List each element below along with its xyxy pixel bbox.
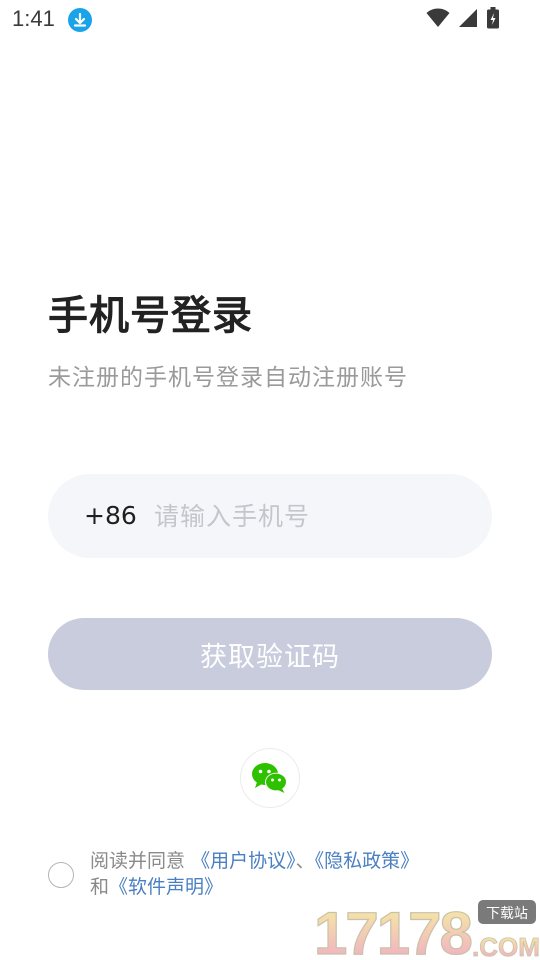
wifi-icon xyxy=(426,8,450,27)
watermark-number: 17178 xyxy=(314,900,471,960)
agreement-prefix: 阅读并同意 xyxy=(90,850,186,872)
download-icon xyxy=(68,8,92,32)
privacy-policy-link[interactable]: 《隐私政策》 xyxy=(315,850,420,872)
user-agreement-link[interactable]: 《用户协议》 xyxy=(191,850,296,872)
watermark-badge: 下载站 xyxy=(486,906,528,922)
get-code-button[interactable]: 获取验证码 xyxy=(48,618,492,690)
status-icons xyxy=(426,6,500,30)
wechat-login-button[interactable] xyxy=(240,748,300,808)
agreement-and: 和 xyxy=(90,876,110,898)
page-subtitle: 未注册的手机号登录自动注册账号 xyxy=(48,365,408,391)
battery-icon xyxy=(487,7,499,29)
country-code-selector[interactable]: +86 xyxy=(84,498,137,534)
agreement-separator: 、 xyxy=(295,850,315,872)
watermark-logo: 17178 下载站 .COM xyxy=(313,899,540,960)
agreement-checkbox[interactable] xyxy=(48,862,74,888)
signal-icon xyxy=(459,9,477,27)
page-title: 手机号登录 xyxy=(48,293,253,339)
status-time: 1:41 xyxy=(12,6,55,31)
phone-input[interactable] xyxy=(154,494,474,538)
agreement-text: 阅读并同意 《用户协议》、《隐私政策》和《软件声明》 xyxy=(90,848,490,900)
watermark-suffix: .COM xyxy=(472,932,540,960)
software-statement-link[interactable]: 《软件声明》 xyxy=(109,876,223,898)
wechat-icon xyxy=(252,763,287,793)
